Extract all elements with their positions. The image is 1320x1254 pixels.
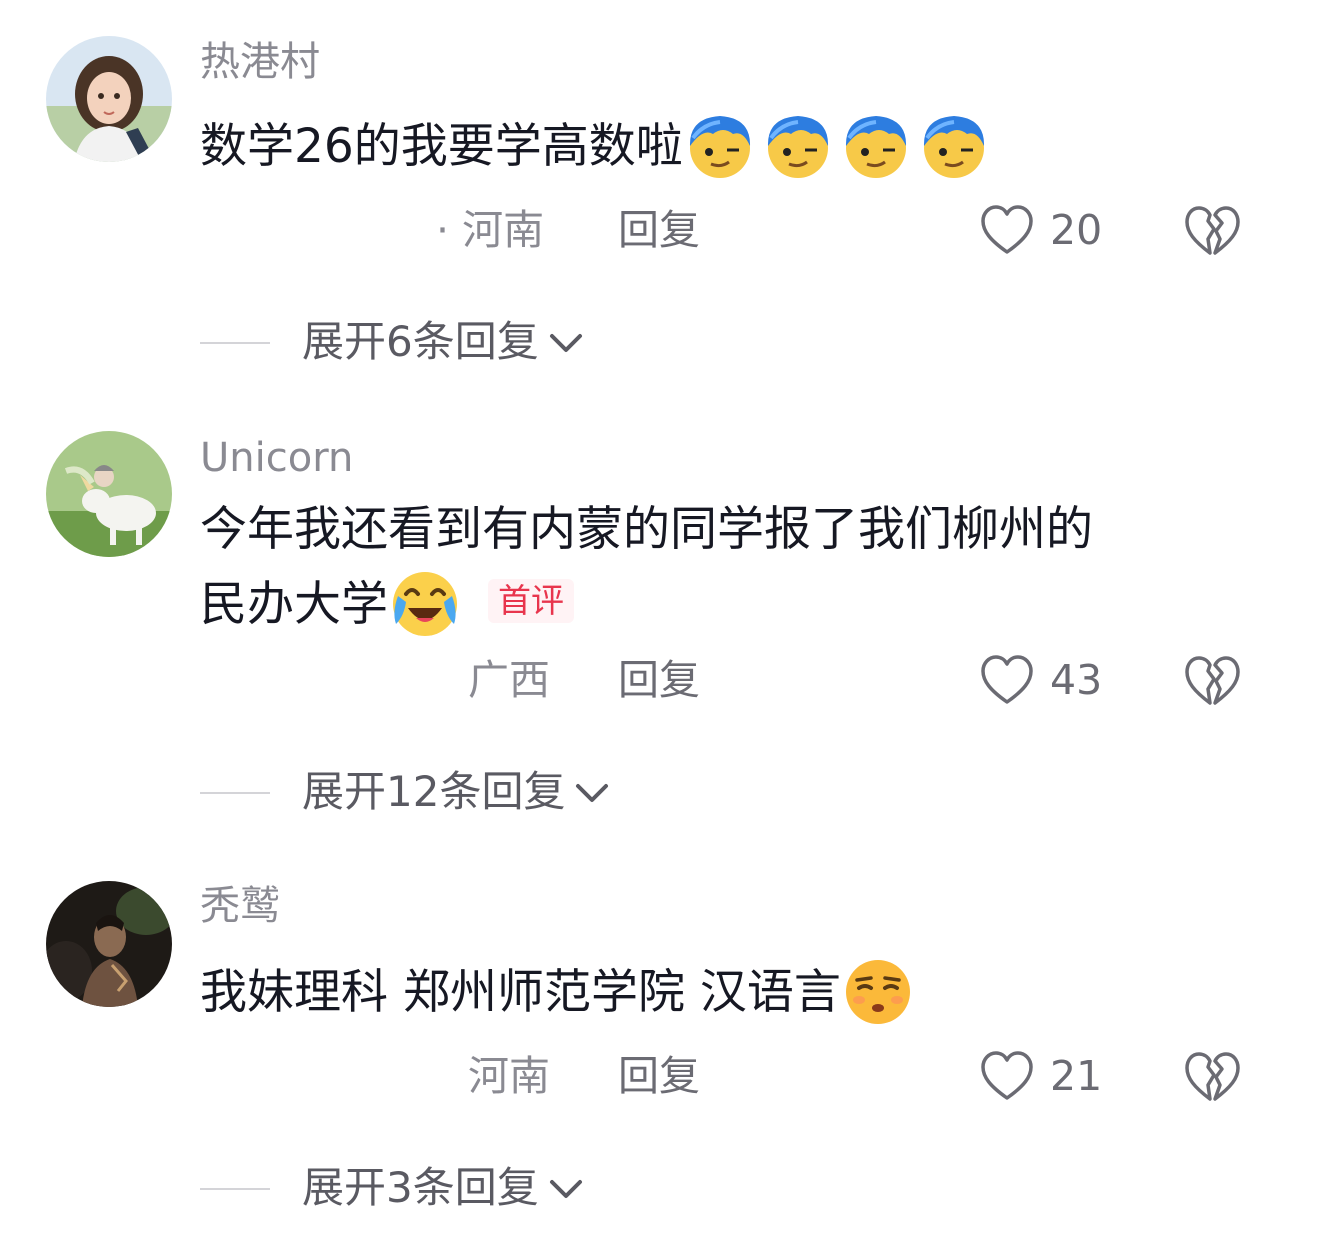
heart-icon[interactable] [980,654,1034,706]
avatar[interactable] [46,36,172,162]
like-count: 43 [1050,656,1103,704]
first-comment-badge: 首评 [488,579,574,623]
expand-replies-label[interactable]: 展开6条回复 [302,312,583,372]
reply-button[interactable]: 回复 [618,1046,700,1106]
comment-text: 数学26的我要学高数啦 [200,108,1240,183]
comment-text-content: 民办大学 [200,577,388,632]
username[interactable]: Unicorn [200,434,353,482]
broken-heart-icon[interactable] [1184,655,1240,707]
comment-text-line-2: 民办大学 首评 [200,566,1240,641]
blue-hair-smirk-emoji [767,116,828,178]
comment-meta: 河南 回复 21 [200,1046,1260,1106]
location-label: · 河南 [436,206,545,254]
expand-replies-text: 展开3条回复 [302,1163,539,1212]
divider-line [200,1188,270,1190]
expand-replies-label[interactable]: 展开3条回复 [302,1158,583,1218]
like-count: 20 [1050,206,1103,254]
comment-text-content: 数学26的我要学高数啦 [200,119,683,174]
heart-icon[interactable] [980,1050,1034,1102]
comment-meta: · 河南 回复 20 [200,200,1260,260]
comment-meta: 广西 回复 43 [200,650,1260,710]
avatar[interactable] [46,881,172,1007]
blue-hair-smirk-emoji [845,116,906,178]
chevron-down-icon [549,334,582,352]
chevron-down-icon [549,1180,582,1198]
chevron-down-icon [576,784,609,802]
username[interactable]: 热港村 [200,38,320,86]
username[interactable]: 秃鹫 [200,882,280,930]
blue-hair-smirk-emoji [689,116,750,178]
blue-hair-smirk-emoji [923,116,984,178]
location-label: 广西 [468,656,550,704]
broken-heart-icon[interactable] [1184,205,1240,257]
expand-replies-label[interactable]: 展开12条回复 [302,762,609,822]
location-label: 河南 [468,1052,550,1100]
avatar[interactable] [46,431,172,557]
reply-button[interactable]: 回复 [618,200,700,260]
comment-text: 今年我还看到有内蒙的同学报了我们柳州的 民办大学 首评 [200,494,1240,641]
heart-icon[interactable] [980,204,1034,256]
reply-button[interactable]: 回复 [618,650,700,710]
expand-replies-text: 展开12条回复 [302,767,566,816]
comment-text-line: 今年我还看到有内蒙的同学报了我们柳州的 [200,502,1093,557]
broken-heart-icon[interactable] [1184,1051,1240,1103]
divider-line [200,342,270,344]
comment-text: 我妹理科 郑州师范学院 汉语言 [200,954,1240,1029]
like-count: 21 [1050,1052,1103,1100]
laugh-cry-emoji [393,572,457,636]
divider-line [200,792,270,794]
expand-replies-text: 展开6条回复 [302,317,539,366]
smug-face-emoji [845,960,910,1024]
comment-text-content: 我妹理科 郑州师范学院 汉语言 [200,965,841,1020]
